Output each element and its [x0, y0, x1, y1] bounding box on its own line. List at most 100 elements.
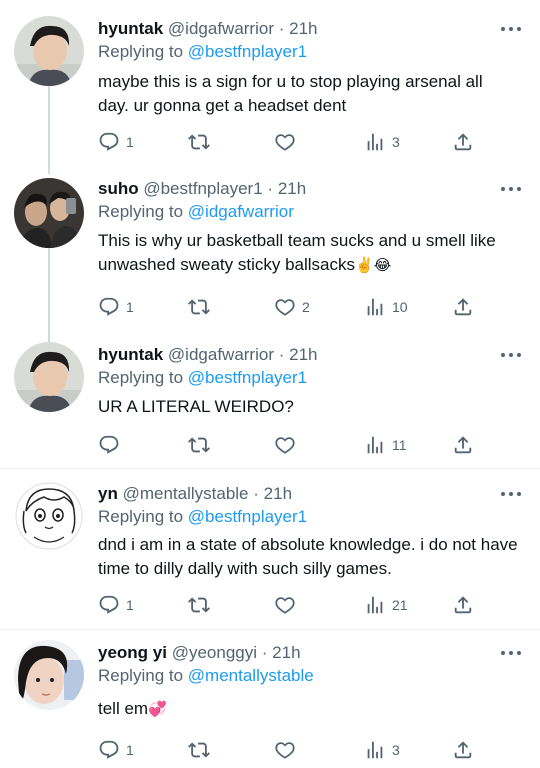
mention-link[interactable]: @bestfnplayer1	[188, 368, 307, 387]
more-options-icon[interactable]	[500, 184, 522, 194]
tweet[interactable]: hyuntak @idgafwarrior · 21h Replying to …	[0, 340, 540, 468]
action-bar: 1 3	[98, 738, 518, 762]
avatar[interactable]	[14, 342, 84, 412]
tweet[interactable]: suho @bestfnplayer1 · 21h Replying to @i…	[0, 170, 540, 340]
retweet-button[interactable]	[188, 433, 210, 457]
action-bar: 11	[98, 433, 518, 457]
more-options-icon[interactable]	[500, 489, 522, 499]
tweet[interactable]: yn @mentallystable · 21h Replying to @be…	[0, 469, 540, 629]
user-handle[interactable]: @yeonggyi	[172, 643, 257, 662]
replying-label: Replying to	[98, 507, 184, 526]
tweet-emoji: 💞	[148, 701, 167, 718]
display-name[interactable]: yeong yi	[98, 643, 167, 662]
separator-dot: ·	[253, 484, 259, 503]
reply-button[interactable]	[98, 433, 120, 457]
retweet-icon	[188, 296, 210, 318]
tweet-text: This is why ur basketball team sucks and…	[98, 229, 518, 278]
retweet-icon	[188, 739, 210, 761]
avatar[interactable]	[14, 481, 84, 551]
timestamp[interactable]: 21h	[289, 19, 317, 38]
like-button[interactable]	[274, 130, 296, 154]
timestamp[interactable]: 21h	[272, 643, 300, 662]
retweet-button[interactable]	[188, 593, 210, 617]
reply-icon	[98, 296, 120, 318]
share-button[interactable]	[452, 130, 474, 154]
mention-link[interactable]: @mentallystable	[188, 666, 314, 685]
replying-label: Replying to	[98, 666, 184, 685]
share-button[interactable]	[452, 295, 474, 319]
tweet-text-content: This is why ur basketball team sucks and…	[98, 231, 496, 274]
share-button[interactable]	[452, 738, 474, 762]
tweet[interactable]: hyuntak @idgafwarrior · 21h Replying to …	[0, 0, 540, 170]
mention-link[interactable]: @bestfnplayer1	[188, 42, 307, 61]
share-icon	[452, 594, 474, 616]
reply-icon	[98, 434, 120, 456]
views-icon	[364, 594, 386, 616]
reply-button[interactable]: 1	[98, 593, 134, 617]
tweet-text: dnd i am in a state of absolute knowledg…	[98, 535, 518, 578]
view-count: 10	[392, 299, 408, 315]
retweet-button[interactable]	[188, 295, 210, 319]
action-bar: 1 3	[98, 130, 518, 154]
reply-count: 1	[126, 597, 134, 613]
display-name[interactable]: suho	[98, 179, 139, 198]
avatar[interactable]	[14, 16, 84, 86]
like-button[interactable]	[274, 433, 296, 457]
timestamp[interactable]: 21h	[289, 345, 317, 364]
display-name[interactable]: yn	[98, 484, 118, 503]
reply-icon	[98, 131, 120, 153]
reply-icon	[98, 739, 120, 761]
views-icon	[364, 434, 386, 456]
more-options-icon[interactable]	[500, 648, 522, 658]
action-bar: 1 2 10	[98, 295, 518, 319]
share-icon	[452, 739, 474, 761]
more-options-icon[interactable]	[500, 350, 522, 360]
heart-icon	[274, 131, 296, 153]
views-button[interactable]: 21	[364, 593, 408, 617]
retweet-button[interactable]	[188, 738, 210, 762]
views-button[interactable]: 10	[364, 295, 408, 319]
user-handle[interactable]: @bestfnplayer1	[143, 179, 262, 198]
like-count: 2	[302, 299, 310, 315]
retweet-icon	[188, 594, 210, 616]
views-button[interactable]: 3	[364, 738, 400, 762]
heart-icon	[274, 434, 296, 456]
like-button[interactable]: 2	[274, 295, 310, 319]
avatar[interactable]	[14, 178, 84, 248]
view-count: 21	[392, 597, 408, 613]
share-button[interactable]	[452, 433, 474, 457]
views-button[interactable]: 11	[364, 433, 407, 457]
like-button[interactable]	[274, 593, 296, 617]
user-handle[interactable]: @idgafwarrior	[168, 345, 274, 364]
separator-dot: ·	[278, 19, 285, 38]
mention-link[interactable]: @idgafwarrior	[188, 202, 294, 221]
share-button[interactable]	[452, 593, 474, 617]
heart-icon	[274, 739, 296, 761]
timestamp[interactable]: 21h	[278, 179, 306, 198]
mention-link[interactable]: @bestfnplayer1	[188, 507, 307, 526]
reply-button[interactable]: 1	[98, 738, 134, 762]
replying-label: Replying to	[98, 42, 184, 61]
views-icon	[364, 131, 386, 153]
more-options-icon[interactable]	[500, 24, 522, 34]
tweet[interactable]: yeong yi @yeonggyi · 21h Replying to @me…	[0, 630, 540, 768]
timestamp[interactable]: 21h	[264, 484, 292, 503]
retweet-icon	[188, 131, 210, 153]
reply-button[interactable]: 1	[98, 130, 134, 154]
user-handle[interactable]: @mentallystable	[123, 484, 249, 503]
replying-label: Replying to	[98, 368, 184, 387]
separator-dot: ·	[261, 643, 268, 662]
views-icon	[364, 296, 386, 318]
view-count: 3	[392, 742, 400, 758]
avatar[interactable]	[14, 640, 84, 710]
display-name[interactable]: hyuntak	[98, 19, 163, 38]
replying-label: Replying to	[98, 202, 184, 221]
retweet-button[interactable]	[188, 130, 210, 154]
views-button[interactable]: 3	[364, 130, 400, 154]
reply-count: 1	[126, 134, 134, 150]
share-icon	[452, 434, 474, 456]
reply-button[interactable]: 1	[98, 295, 134, 319]
display-name[interactable]: hyuntak	[98, 345, 163, 364]
user-handle[interactable]: @idgafwarrior	[168, 19, 274, 38]
like-button[interactable]	[274, 738, 296, 762]
